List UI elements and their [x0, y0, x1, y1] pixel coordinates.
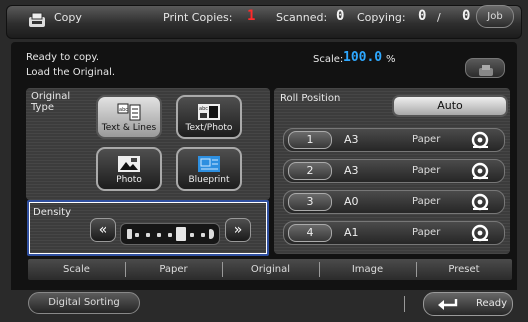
roll-number: 2	[288, 162, 332, 180]
scanned-label: Scanned:	[276, 11, 328, 24]
type-text-photo-label: Text/Photo	[185, 123, 233, 133]
roll-media: Paper	[412, 227, 441, 238]
density-lighter-marker	[127, 229, 132, 239]
scale-unit: %	[386, 54, 396, 65]
type-photo-label: Photo	[116, 175, 142, 185]
tab-original[interactable]: Original	[222, 259, 319, 280]
paper-roll-icon	[470, 131, 490, 149]
roll-number: 3	[288, 193, 332, 211]
scale-value: 100.0	[343, 50, 383, 65]
roll-row[interactable]: 3 A0 Paper	[283, 190, 505, 214]
preview-icon	[478, 62, 494, 81]
scale-label: Scale:	[313, 54, 344, 65]
density-label: Density	[33, 207, 72, 218]
tab-image[interactable]: Image	[319, 259, 416, 280]
status-line-2: Load the Original.	[26, 67, 116, 78]
copying-current: 0	[418, 8, 427, 24]
scanned-value: 0	[336, 8, 345, 24]
auto-roll-button[interactable]: Auto	[392, 95, 508, 117]
density-tick	[168, 233, 172, 237]
density-scale	[120, 223, 220, 245]
type-text-lines-label: Text & Lines	[101, 123, 157, 133]
density-tick	[190, 233, 194, 237]
tab-scale[interactable]: Scale	[28, 259, 125, 280]
roll-number: 1	[288, 131, 332, 149]
density-tick	[146, 233, 150, 237]
roll-size: A3	[344, 133, 359, 146]
app-title: Copy	[54, 11, 82, 24]
tab-preset[interactable]: Preset	[416, 259, 512, 280]
copying-label: Copying:	[357, 11, 406, 24]
copying-separator: /	[437, 11, 441, 24]
roll-row[interactable]: 2 A3 Paper	[283, 159, 505, 183]
type-blueprint-label: Blueprint	[188, 175, 230, 185]
roll-size: A1	[344, 226, 359, 239]
footer-divider	[404, 296, 405, 312]
density-decrease-button[interactable]: «	[90, 218, 116, 242]
roll-number: 4	[288, 224, 332, 242]
print-copies-value: 1	[247, 8, 256, 24]
settings-tabs: Scale Paper Original Image Preset	[28, 259, 512, 280]
roll-size: A0	[344, 195, 359, 208]
roll-row[interactable]: 4 A1 Paper	[283, 221, 505, 245]
paper-roll-icon	[470, 224, 490, 242]
density-tick	[157, 233, 161, 237]
paper-roll-icon	[470, 193, 490, 211]
density-darker-marker	[209, 229, 214, 239]
density-increase-button[interactable]: »	[225, 218, 251, 242]
text-lines-icon: abc	[115, 102, 143, 122]
double-chevron-right-icon: »	[233, 222, 243, 238]
roll-media: Paper	[412, 196, 441, 207]
original-type-label-line1: Original	[31, 91, 71, 102]
header-bar	[6, 5, 522, 39]
density-tick	[201, 233, 205, 237]
ready-button[interactable]: Ready	[423, 292, 513, 316]
preview-button[interactable]	[465, 58, 505, 78]
type-photo-button[interactable]: Photo	[96, 147, 162, 191]
svg-text:abc: abc	[199, 106, 208, 112]
roll-row[interactable]: 1 A3 Paper	[283, 128, 505, 152]
density-current-level	[176, 227, 186, 241]
copy-app-icon	[28, 12, 46, 28]
roll-media: Paper	[412, 134, 441, 145]
tab-paper[interactable]: Paper	[125, 259, 222, 280]
print-copies-label: Print Copies:	[163, 11, 233, 24]
ready-label: Ready	[476, 298, 508, 309]
roll-position-label: Roll Position	[280, 93, 341, 104]
text-photo-icon: abc	[195, 102, 223, 122]
paper-roll-icon	[470, 162, 490, 180]
status-line-1: Ready to copy.	[26, 52, 100, 63]
density-tick	[135, 233, 139, 237]
blueprint-icon	[195, 154, 223, 174]
roll-media: Paper	[412, 165, 441, 176]
copying-total: 0	[462, 8, 471, 24]
type-text-photo-button[interactable]: abc Text/Photo	[176, 95, 242, 139]
svg-text:abc: abc	[119, 107, 128, 113]
original-type-label-line2: Type	[31, 102, 54, 113]
type-text-lines-button[interactable]: abc Text & Lines	[96, 95, 162, 139]
type-blueprint-button[interactable]: Blueprint	[176, 147, 242, 191]
photo-icon	[115, 154, 143, 174]
return-arrow-icon	[436, 297, 460, 314]
digital-sorting-button[interactable]: Digital Sorting	[28, 292, 140, 314]
roll-size: A3	[344, 164, 359, 177]
job-button[interactable]: Job	[476, 5, 514, 28]
double-chevron-left-icon: «	[98, 222, 108, 238]
